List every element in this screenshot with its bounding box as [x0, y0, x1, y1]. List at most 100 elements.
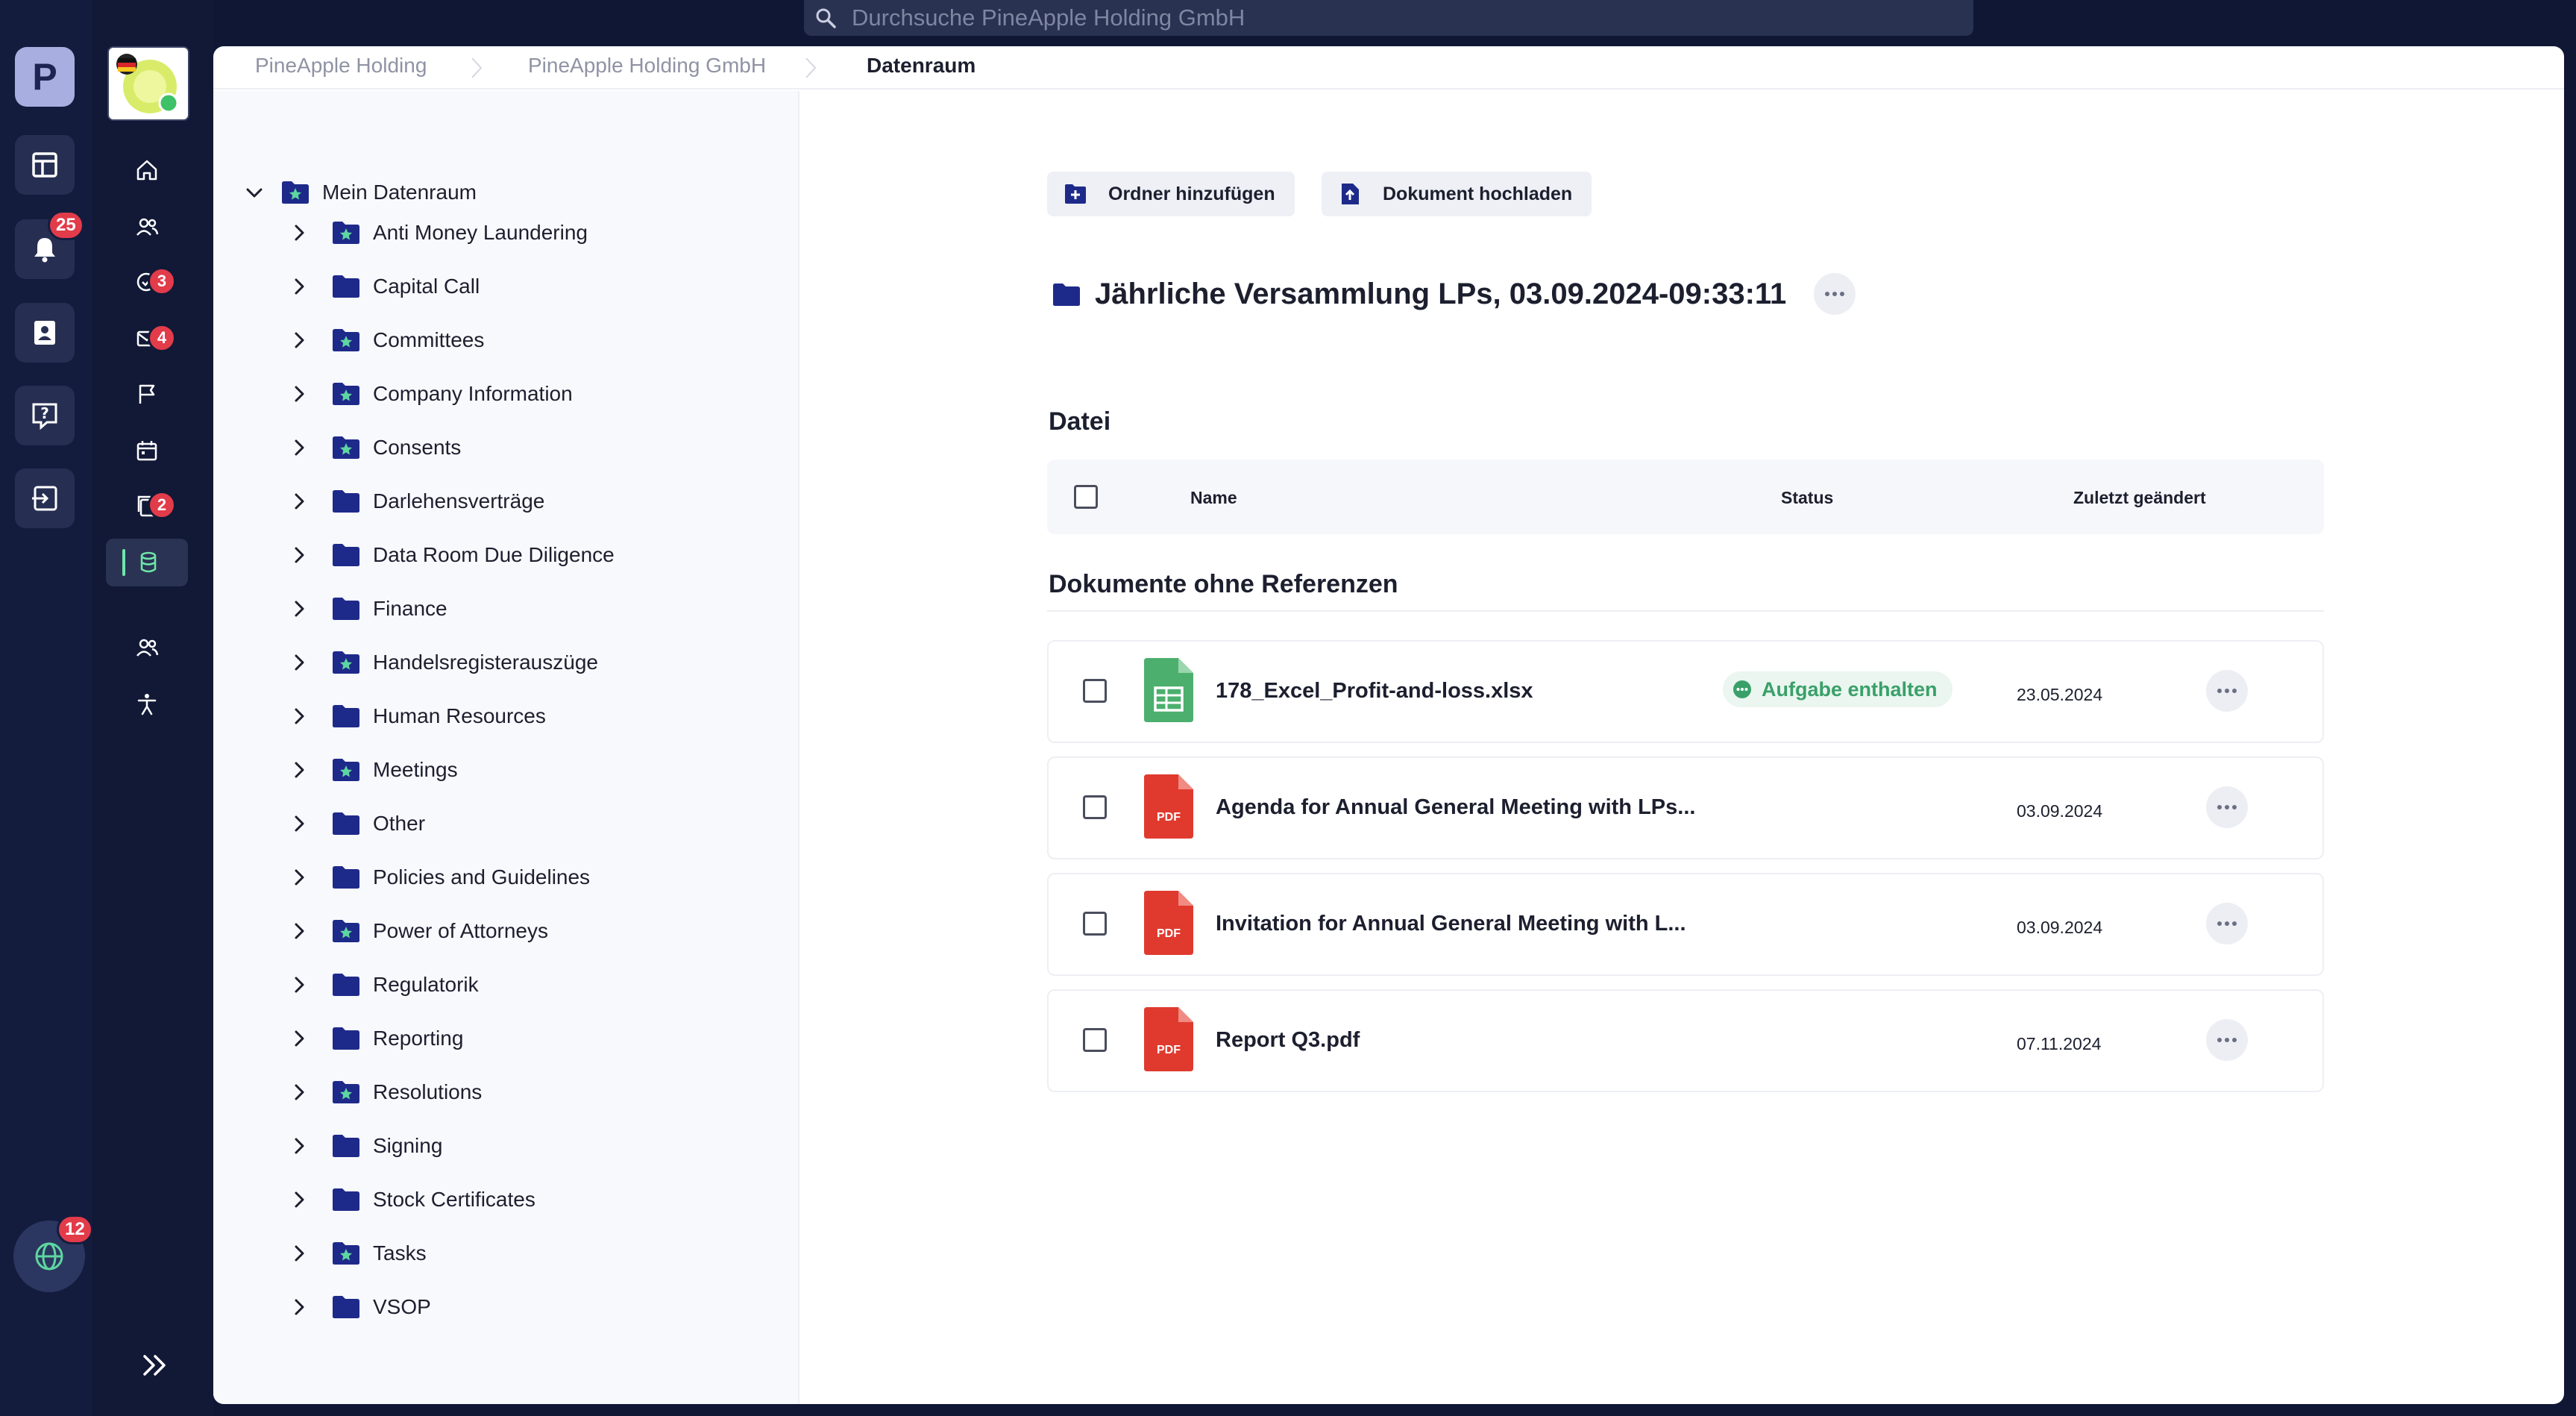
- chevron-right-icon[interactable]: [288, 1188, 310, 1211]
- tree-item[interactable]: Reporting: [288, 1020, 463, 1057]
- chevron-down-icon[interactable]: [243, 181, 266, 204]
- tree-item-label: Data Room Due Diligence: [373, 543, 615, 566]
- chevron-right-icon[interactable]: [288, 383, 310, 405]
- add-folder-button[interactable]: Ordner hinzufügen: [1047, 172, 1295, 216]
- folder-icon: [331, 489, 361, 514]
- chevron-right-icon[interactable]: [288, 1242, 310, 1265]
- expand-sidebar-icon[interactable]: [139, 1349, 172, 1382]
- contacts-button[interactable]: [15, 303, 75, 363]
- tree-item[interactable]: Policies and Guidelines: [288, 859, 590, 896]
- table-row[interactable]: PDF Invitation for Annual General Meeting…: [1047, 873, 2324, 976]
- table-row[interactable]: 178_Excel_Profit-and-loss.xlsx Aufgabe en…: [1047, 640, 2324, 743]
- global-search[interactable]: [804, 0, 1973, 36]
- column-modified[interactable]: Zuletzt geändert: [2073, 488, 2206, 508]
- tree-item-label: Tasks: [373, 1241, 427, 1265]
- tree-item[interactable]: Handelsregisterauszüge: [288, 644, 598, 681]
- chevron-right-icon[interactable]: [288, 920, 310, 942]
- chevron-right-icon[interactable]: [288, 490, 310, 513]
- chevron-right-icon[interactable]: [288, 598, 310, 620]
- file-name[interactable]: Agenda for Annual General Meeting with L…: [1216, 795, 1695, 820]
- chevron-right-icon[interactable]: [288, 759, 310, 781]
- dashboard-button[interactable]: [15, 135, 75, 195]
- chevron-right-icon[interactable]: [288, 974, 310, 996]
- upload-document-button[interactable]: Dokument hochladen: [1322, 172, 1592, 216]
- chevron-right-icon[interactable]: [288, 651, 310, 674]
- tree-item[interactable]: Signing: [288, 1127, 442, 1165]
- chevron-right-icon[interactable]: [288, 544, 310, 566]
- tree-root[interactable]: Mein Datenraum: [243, 174, 477, 211]
- chevron-right-icon[interactable]: [288, 1027, 310, 1050]
- row-more-button[interactable]: [2206, 1019, 2248, 1061]
- row-more-button[interactable]: [2206, 786, 2248, 828]
- tree-item-label: Capital Call: [373, 275, 480, 298]
- search-input[interactable]: [852, 4, 1896, 31]
- tree-item[interactable]: Company Information: [288, 375, 573, 413]
- nav-home[interactable]: [106, 146, 188, 194]
- nav-calendar[interactable]: [106, 427, 188, 474]
- company-logo[interactable]: [107, 46, 189, 121]
- database-icon: [140, 551, 157, 573]
- chevron-right-icon[interactable]: [288, 1296, 310, 1318]
- tree-item[interactable]: Darlehensverträge: [288, 483, 544, 520]
- tree-item[interactable]: Regulatorik: [288, 966, 479, 1003]
- tree-item[interactable]: Human Resources: [288, 698, 546, 735]
- row-checkbox[interactable]: [1083, 912, 1107, 936]
- modified-date: 23.05.2024: [2017, 685, 2103, 704]
- table-header: Name Status Zuletzt geändert: [1047, 460, 2324, 534]
- row-more-button[interactable]: [2206, 670, 2248, 712]
- tree-item[interactable]: Meetings: [288, 751, 458, 789]
- folder-star-icon: [331, 757, 361, 783]
- select-all-checkbox[interactable]: [1074, 485, 1098, 509]
- tree-item[interactable]: Consents: [288, 429, 461, 466]
- workspace-avatar[interactable]: P: [15, 47, 75, 107]
- table-row[interactable]: PDF Agenda for Annual General Meeting wit…: [1047, 756, 2324, 859]
- tree-item[interactable]: VSOP: [288, 1288, 431, 1326]
- row-checkbox[interactable]: [1083, 795, 1107, 819]
- active-indicator: [122, 549, 125, 576]
- nav-flags[interactable]: [106, 370, 188, 418]
- tree-item[interactable]: Capital Call: [288, 268, 480, 305]
- folder-more-button[interactable]: [1814, 273, 1856, 315]
- folder-star-icon: [331, 220, 361, 245]
- nav-accessibility[interactable]: [106, 680, 188, 728]
- breadcrumb: PineApple Holding PineApple Holding GmbH…: [213, 46, 2564, 90]
- tree-item[interactable]: Finance: [288, 590, 447, 627]
- tree-item[interactable]: Resolutions: [288, 1074, 482, 1111]
- tree-item[interactable]: Committees: [288, 322, 484, 359]
- tree-item[interactable]: Data Room Due Diligence: [288, 536, 615, 574]
- chevron-right-icon[interactable]: [288, 866, 310, 889]
- tree-item[interactable]: Power of Attorneys: [288, 912, 548, 950]
- help-button[interactable]: ?: [15, 386, 75, 445]
- column-name[interactable]: Name: [1190, 488, 1237, 508]
- tree-item[interactable]: Other: [288, 805, 425, 842]
- tree-item[interactable]: Stock Certificates: [288, 1181, 535, 1218]
- chevron-right-icon[interactable]: [288, 329, 310, 351]
- chevron-right-icon[interactable]: [288, 275, 310, 298]
- breadcrumb-item[interactable]: PineApple Holding GmbH: [528, 54, 766, 78]
- chevron-right-icon[interactable]: [288, 812, 310, 835]
- row-checkbox[interactable]: [1083, 1028, 1107, 1052]
- file-name[interactable]: Report Q3.pdf: [1216, 1028, 1360, 1053]
- calendar-icon: [136, 441, 157, 461]
- chevron-right-icon[interactable]: [288, 222, 310, 244]
- folder-tree: Mein Datenraum Anti Money Laundering Capi…: [213, 91, 799, 1404]
- nav-people[interactable]: [106, 203, 188, 251]
- chevron-right-icon[interactable]: [288, 1135, 310, 1157]
- tree-item[interactable]: Anti Money Laundering: [288, 214, 588, 251]
- table-row[interactable]: PDF Report Q3.pdf 07.11.2024: [1047, 989, 2324, 1092]
- file-name[interactable]: Invitation for Annual General Meeting wi…: [1216, 912, 1686, 936]
- nav-dataroom[interactable]: [106, 539, 188, 586]
- pdf-file-icon: PDF: [1144, 774, 1193, 839]
- tree-item[interactable]: Tasks: [288, 1235, 427, 1272]
- modified-date: 07.11.2024: [2017, 1034, 2102, 1053]
- nav-team[interactable]: [106, 624, 188, 671]
- logout-button[interactable]: [15, 469, 75, 528]
- file-name[interactable]: 178_Excel_Profit-and-loss.xlsx: [1216, 679, 1533, 704]
- column-status[interactable]: Status: [1781, 488, 1833, 508]
- breadcrumb-item[interactable]: PineApple Holding: [255, 54, 427, 78]
- row-checkbox[interactable]: [1083, 679, 1107, 703]
- chevron-right-icon[interactable]: [288, 1081, 310, 1103]
- row-more-button[interactable]: [2206, 903, 2248, 944]
- chevron-right-icon[interactable]: [288, 705, 310, 727]
- chevron-right-icon[interactable]: [288, 436, 310, 459]
